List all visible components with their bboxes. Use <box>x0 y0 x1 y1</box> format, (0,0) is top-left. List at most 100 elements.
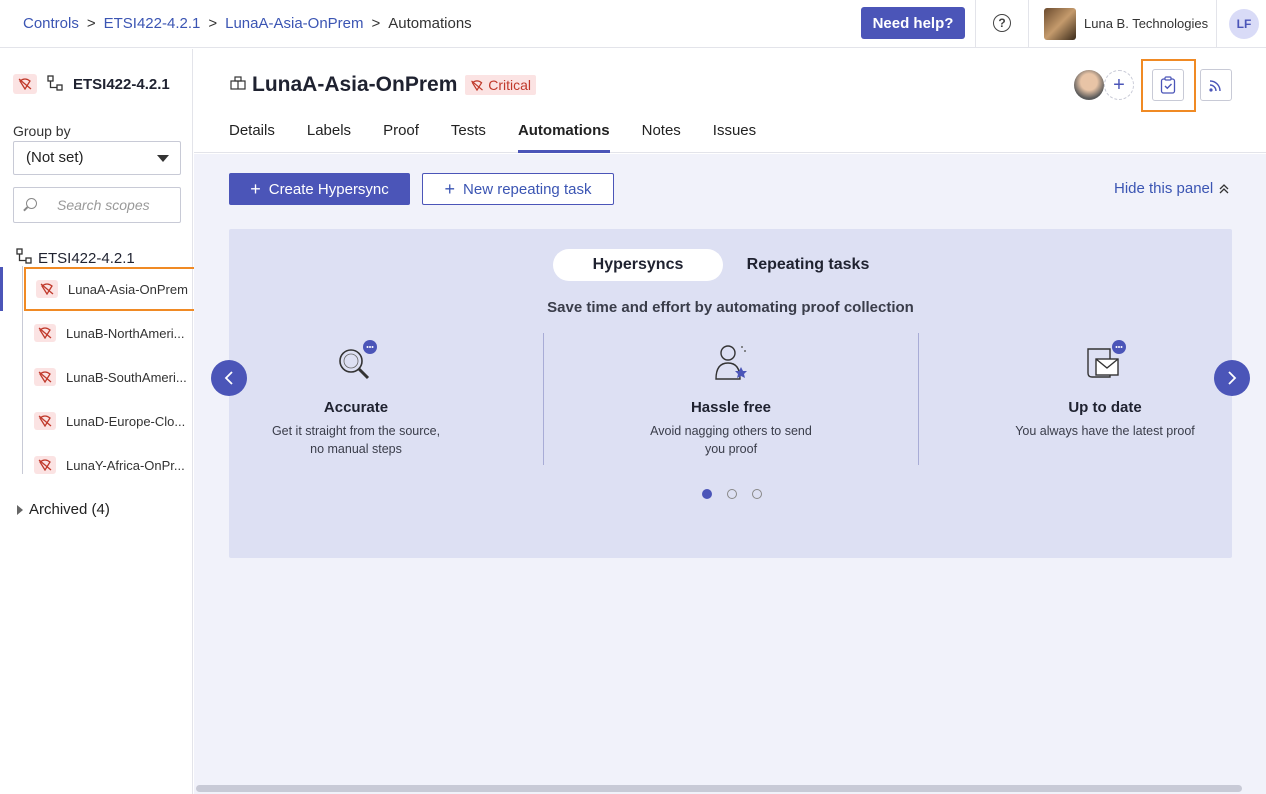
carousel-dot[interactable] <box>727 489 737 499</box>
org-avatar[interactable] <box>1044 8 1076 40</box>
caret-down-icon <box>157 155 169 162</box>
tab-proof[interactable]: Proof <box>383 122 419 153</box>
critical-scope-icon <box>36 280 58 298</box>
carousel-prev-button[interactable] <box>211 360 247 396</box>
carousel-dot[interactable] <box>752 489 762 499</box>
user-avatar[interactable]: LF <box>1229 9 1259 39</box>
breadcrumb-control-etsi[interactable]: ETSI422-4.2.1 <box>104 15 201 32</box>
chevron-left-icon <box>224 371 233 385</box>
plus-icon: + <box>444 178 456 199</box>
magnifier-chat-icon <box>333 339 379 385</box>
question-icon[interactable]: ? <box>993 14 1011 32</box>
criticality-badge: Critical <box>465 75 537 95</box>
tab-automations[interactable]: Automations <box>517 122 610 153</box>
page-title: LunaA-Asia-OnPrem Critical <box>230 73 537 97</box>
caret-right-icon <box>17 504 23 515</box>
group-by-select[interactable]: (Not set) <box>13 141 181 175</box>
hierarchy-icon <box>47 74 63 94</box>
tab-issues[interactable]: Issues <box>713 122 756 153</box>
selected-indicator <box>0 267 3 311</box>
search-placeholder: Search scopes <box>57 197 150 213</box>
feature-desc: You always have the latest proof <box>1015 424 1195 438</box>
scope-item-luna-d-europe[interactable]: LunaD-Europe-Clo... <box>22 399 192 443</box>
scope-item-label: LunaY-Africa-OnPr... <box>66 457 185 473</box>
feature-desc: Avoid nagging others to send <box>650 424 812 438</box>
breadcrumb: Controls > ETSI422-4.2.1 > LunaA-Asia-On… <box>23 15 472 32</box>
need-help-button[interactable]: Need help? <box>861 7 965 39</box>
divider <box>1216 0 1217 48</box>
tab-tests[interactable]: Tests <box>451 122 486 153</box>
breadcrumb-separator: > <box>208 15 218 32</box>
org-name[interactable]: Luna B. Technologies <box>1084 16 1208 31</box>
feature-up-to-date: Up to date You always have the latest pr… <box>980 339 1230 440</box>
sidebar: ETSI422-4.2.1 Group by (Not set) Search … <box>0 49 204 794</box>
critical-scope-icon <box>13 74 37 94</box>
carousel-dot[interactable] <box>702 489 712 499</box>
rss-icon <box>1209 80 1221 92</box>
sidebar-header: ETSI422-4.2.1 <box>13 74 170 94</box>
feature-desc: no manual steps <box>310 442 402 456</box>
feed-button[interactable] <box>1200 69 1232 101</box>
scope-header: LunaA-Asia-OnPrem Critical Details Label… <box>194 49 1266 153</box>
tree-root[interactable]: ETSI422-4.2.1 <box>16 248 135 268</box>
search-scopes-input[interactable]: Search scopes <box>13 187 181 223</box>
group-by-value: (Not set) <box>26 149 84 166</box>
breadcrumb-scope[interactable]: LunaA-Asia-OnPrem <box>225 15 363 32</box>
carousel-next-button[interactable] <box>1214 360 1250 396</box>
scope-item-label: LunaB-SouthAmeri... <box>66 369 187 385</box>
tab-details[interactable]: Details <box>229 122 275 153</box>
new-repeating-task-label: New repeating task <box>463 180 592 198</box>
archived-toggle[interactable]: Archived (4) <box>17 501 110 518</box>
feature-accurate: Accurate Get it straight from the source… <box>231 339 481 458</box>
critical-scope-icon <box>34 412 56 430</box>
new-repeating-task-button[interactable]: + New repeating task <box>422 173 614 205</box>
scope-tabs: Details Labels Proof Tests Automations N… <box>229 122 756 153</box>
mail-scroll-icon <box>1082 339 1128 385</box>
divider <box>975 0 976 48</box>
create-hypersync-label: Create Hypersync <box>268 180 389 198</box>
breadcrumb-current: Automations <box>388 15 472 32</box>
feature-title: Up to date <box>1068 399 1142 416</box>
scope-item-luna-b-north[interactable]: LunaB-NorthAmeri... <box>22 311 192 355</box>
double-chevron-up-icon <box>1219 183 1229 193</box>
sidebar-title: ETSI422-4.2.1 <box>73 75 170 93</box>
tab-labels[interactable]: Labels <box>307 122 351 153</box>
critical-scope-icon <box>34 368 56 386</box>
divider <box>1028 0 1029 48</box>
toggle-hypersyncs[interactable]: Hypersyncs <box>553 249 723 281</box>
tab-notes[interactable]: Notes <box>642 122 681 153</box>
toggle-repeating-tasks[interactable]: Repeating tasks <box>723 249 893 281</box>
breadcrumb-separator: > <box>371 15 381 32</box>
divider <box>918 333 919 465</box>
scope-item-luna-a-asia[interactable]: LunaA-Asia-OnPrem <box>24 267 204 311</box>
building-icon <box>230 76 246 94</box>
add-owner-button[interactable]: + <box>1104 70 1134 100</box>
hide-panel-link[interactable]: Hide this panel <box>1114 180 1229 197</box>
owner-avatar[interactable] <box>1074 70 1104 100</box>
chevron-right-icon <box>1228 371 1237 385</box>
scope-name: LunaA-Asia-OnPrem <box>252 73 458 96</box>
panel-subtitle: Save time and effort by automating proof… <box>547 299 914 316</box>
divider <box>543 333 544 465</box>
criticality-label: Critical <box>488 77 532 93</box>
carousel-dots <box>702 489 762 499</box>
feature-desc: Get it straight from the source, <box>271 424 441 438</box>
breadcrumb-controls[interactable]: Controls <box>23 15 79 32</box>
tasks-button[interactable] <box>1152 69 1184 101</box>
automations-content: + Create Hypersync + New repeating task … <box>194 154 1266 794</box>
create-hypersync-button[interactable]: + Create Hypersync <box>229 173 410 205</box>
critical-scope-icon <box>34 456 56 474</box>
scope-item-luna-b-south[interactable]: LunaB-SouthAmeri... <box>22 355 192 399</box>
breadcrumb-separator: > <box>86 15 96 32</box>
panel-toggle: Hypersyncs Repeating tasks <box>553 249 893 281</box>
feature-hassle-free: Hassle free Avoid nagging others to send… <box>606 339 856 458</box>
feature-desc: you proof <box>704 442 758 456</box>
scope-item-label: LunaB-NorthAmeri... <box>66 325 185 341</box>
clipboard-check-icon <box>1160 76 1176 94</box>
intro-panel: Hypersyncs Repeating tasks Save time and… <box>229 229 1232 558</box>
search-icon <box>26 198 37 209</box>
archived-label: Archived (4) <box>29 501 110 518</box>
scope-item-luna-y-africa[interactable]: LunaY-Africa-OnPr... <box>22 443 192 487</box>
critical-scope-icon <box>34 324 56 342</box>
horizontal-scrollbar[interactable] <box>196 785 1242 792</box>
